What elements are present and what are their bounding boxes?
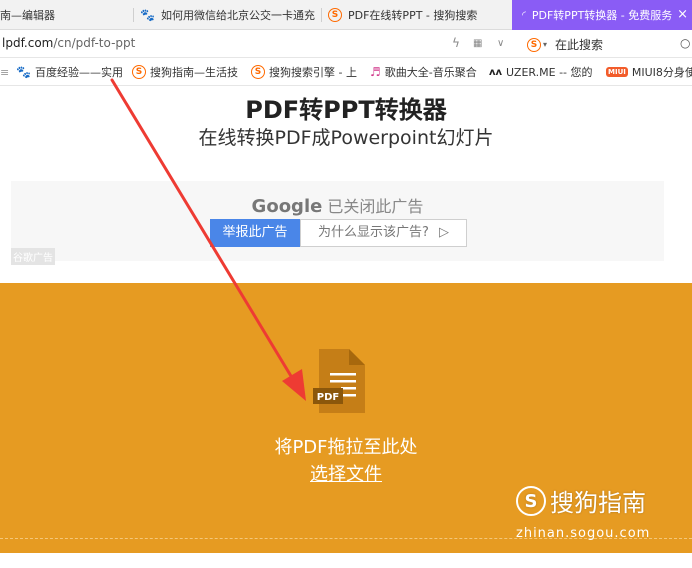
baidu-paw-icon: 🐾 (16, 65, 31, 79)
tab-pdf-to-ppt[interactable]: ◜ PDF转PPT转换器 - 免费服务 × (512, 0, 692, 30)
bookmark-edge[interactable]: ≡ (0, 58, 9, 86)
sogou-icon: S (527, 37, 541, 52)
bookmark-label: UZER.ME -- 您的 (506, 66, 593, 79)
baidu-paw-icon: 🐾 (140, 8, 155, 22)
address-bar: lpdf.com/cn/pdf-to-ppt ϟ ▦ ∨ S ▾ 在此搜索 ○ (0, 30, 692, 58)
url-field[interactable]: lpdf.com/cn/pdf-to-ppt (2, 36, 135, 50)
play-icon: ▷ (439, 225, 450, 240)
tab-bar: 南—编辑器 🐾 如何用微信给北京公交一卡通充 S PDF在线转PPT - 搜狗搜… (0, 0, 692, 30)
bookmark-uzer[interactable]: ᴧᴧ UZER.ME -- 您的 (489, 58, 593, 86)
caret-down-icon: ▾ (543, 40, 548, 49)
url-path: /cn/pdf-to-ppt (53, 36, 136, 50)
ad-closed-message: Google 已关闭此广告 (11, 193, 664, 217)
sogou-icon: S (328, 8, 342, 22)
qr-code-icon[interactable]: ▦ (473, 38, 482, 49)
url-domain: lpdf.com (2, 36, 54, 50)
watermark-name: 搜狗指南 (550, 489, 646, 517)
lightning-icon[interactable]: ϟ (452, 36, 460, 50)
why-this-ad-label: 为什么显示该广告? (317, 225, 429, 240)
drop-instruction: 将PDF拖拉至此处 (274, 437, 418, 458)
sogou-icon: S (132, 65, 146, 79)
pdf-badge-text: PDF (317, 392, 339, 403)
bookmark-sogou-search[interactable]: S 搜狗搜索引擎 - 上 (251, 58, 357, 86)
bookmark-miui[interactable]: MIUI MIUI8分身使用 (606, 58, 692, 86)
sogou-icon: S (251, 65, 265, 79)
bookmark-baidu-jingyan[interactable]: 🐾 百度经验——实用 (16, 58, 123, 86)
bookmark-label: MIUI8分身使用 (631, 66, 692, 79)
tab-wechat-card[interactable]: 🐾 如何用微信给北京公交一卡通充 (134, 0, 322, 30)
bookmark-bar: ≡ 🐾 百度经验——实用 S 搜狗指南—生活技 S 搜狗搜索引擎 - 上 ♬ 歌… (0, 58, 692, 86)
tab-label: 南—编辑器 (0, 9, 55, 22)
loading-icon: ◜ (522, 9, 526, 21)
uzer-icon: ᴧᴧ (489, 66, 503, 78)
bookmark-label: 搜狗指南—生活技 (150, 66, 238, 79)
page-subtitle: 在线转换PDF成Powerpoint幻灯片 (198, 127, 494, 149)
ad-closed-text: 已关闭此广告 (327, 197, 424, 216)
chevron-down-icon[interactable]: ∨ (497, 38, 504, 49)
report-ad-button[interactable]: 举报此广告 (210, 219, 300, 247)
why-this-ad-button[interactable]: 为什么显示该广告? ▷ (300, 219, 467, 247)
tab-sogou-search[interactable]: S PDF在线转PPT - 搜狗搜索 (322, 0, 512, 30)
bookmark-sogou-zhinan[interactable]: S 搜狗指南—生活技 (132, 58, 238, 86)
sogou-logo-icon: S (516, 485, 546, 516)
search-icon[interactable]: ○ (680, 36, 690, 50)
tab-label: PDF在线转PPT - 搜狗搜索 (348, 9, 478, 22)
close-icon[interactable]: × (677, 7, 688, 22)
bookmark-label: 百度经验——实用 (34, 66, 123, 79)
search-engine-selector[interactable]: S ▾ 在此搜索 (527, 36, 603, 53)
tab-label: 如何用微信给北京公交一卡通充 (160, 9, 315, 22)
miui-icon: MIUI (606, 67, 628, 77)
choose-file-link[interactable]: 选择文件 (310, 464, 382, 485)
bookmark-label: 歌曲大全-音乐聚合 (384, 66, 477, 79)
ad-container: Google 已关闭此广告 举报此广告 为什么显示该广告? ▷ (11, 181, 664, 261)
google-logo: Google (251, 196, 323, 217)
sogou-zhinan-watermark: S 搜狗指南 (516, 483, 646, 518)
page-title: PDF转PPT转换器 (245, 96, 447, 124)
bookmark-label: 搜狗搜索引擎 - 上 (269, 66, 357, 79)
watermark-url: zhinan.sogou.com (516, 526, 651, 541)
bookmark-music[interactable]: ♬ 歌曲大全-音乐聚合 (370, 58, 477, 86)
tab-editor[interactable]: 南—编辑器 (0, 0, 134, 30)
search-input[interactable]: 在此搜索 (555, 36, 603, 53)
tab-label: PDF转PPT转换器 - 免费服务 (531, 9, 673, 22)
music-icon: ♬ (370, 65, 381, 79)
ad-label: 谷歌广告 (11, 248, 55, 265)
pdf-file-icon: PDF (313, 349, 365, 413)
